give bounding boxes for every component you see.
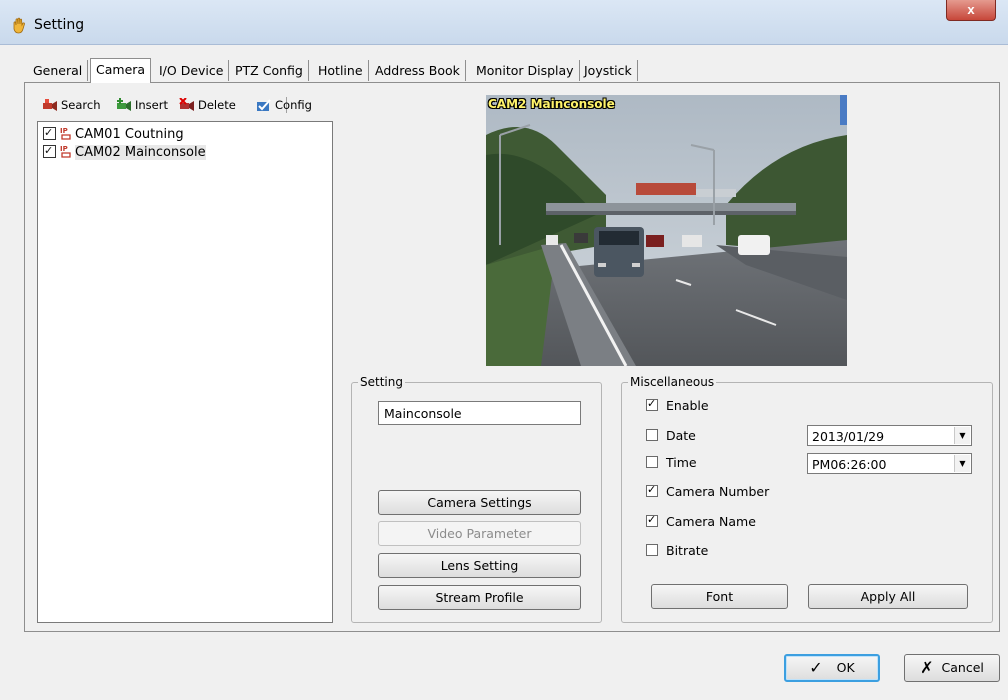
close-button[interactable]: x [946, 0, 996, 21]
setting-legend: Setting [358, 375, 405, 389]
camera-number-box[interactable] [646, 482, 658, 498]
insert-button[interactable]: Insert [116, 95, 168, 115]
camera-number-checkbox[interactable]: Camera Number [646, 482, 770, 500]
ok-label: OK [836, 660, 855, 675]
date-box[interactable] [646, 429, 658, 441]
apply-all-button[interactable]: Apply All [808, 584, 968, 609]
bitrate-checkbox[interactable]: Bitrate [646, 543, 708, 559]
chevron-down-icon[interactable]: ▼ [954, 427, 970, 444]
tab-io-device[interactable]: I/O Device [154, 60, 230, 81]
cancel-label: Cancel [941, 660, 984, 675]
tab-ptz-config[interactable]: PTZ Config [230, 60, 309, 81]
chevron-down-icon[interactable]: ▼ [954, 455, 970, 472]
insert-camera-icon [117, 98, 131, 111]
time-label: Time [666, 455, 697, 470]
stream-profile-button[interactable]: Stream Profile [378, 585, 581, 610]
delete-camera-icon [179, 98, 194, 111]
insert-label: Insert [135, 98, 168, 112]
cam01-label: CAM01 Coutning [75, 127, 184, 142]
miscellaneous-legend: Miscellaneous [628, 375, 717, 389]
search-label: Search [61, 98, 101, 112]
tab-general[interactable]: General [28, 60, 89, 81]
lens-setting-button[interactable]: Lens Setting [378, 553, 581, 578]
search-camera-icon [43, 99, 57, 111]
video-parameter-button[interactable]: Video Parameter [378, 521, 581, 546]
x-icon: ✗ [920, 658, 934, 677]
config-icon [257, 99, 271, 111]
enable-label: Enable [666, 398, 709, 413]
time-select[interactable]: PM06:26:00 ▼ [807, 453, 972, 474]
delete-button[interactable]: Delete [179, 95, 236, 115]
window-title: Setting [34, 17, 85, 33]
tab-joystick[interactable]: Joystick [579, 60, 638, 81]
camera-name-field[interactable]: Mainconsole [378, 401, 581, 425]
font-button[interactable]: Font [651, 584, 788, 609]
camera-preview[interactable]: CAM2 Mainconsole [486, 95, 847, 366]
svg-text:IP: IP [60, 145, 68, 153]
camera-number-label: Camera Number [666, 484, 770, 499]
camera-name-label: Camera Name [666, 514, 756, 529]
delete-label: Delete [198, 98, 236, 112]
tree-item-cam02[interactable]: IP CAM02 Mainconsole [43, 142, 206, 162]
checkmark-icon: ✓ [809, 658, 823, 677]
date-select[interactable]: 2013/01/29 ▼ [807, 425, 972, 446]
tab-monitor-display[interactable]: Monitor Display [471, 60, 580, 81]
config-label: Config [275, 98, 312, 112]
camera-tree[interactable]: IP CAM01 Coutning IP CAM02 Mainconsole [37, 121, 333, 623]
settings-window: Setting x General Camera I/O Device PTZ … [0, 0, 1008, 700]
bitrate-box[interactable] [646, 544, 658, 556]
config-button[interactable]: Config [256, 95, 312, 115]
camera-settings-button[interactable]: Camera Settings [378, 490, 581, 515]
tree-item-cam01[interactable]: IP CAM01 Coutning [43, 124, 184, 144]
tab-hotline[interactable]: Hotline [313, 60, 369, 81]
search-button[interactable]: Search [42, 95, 101, 115]
title-bar[interactable]: Setting x [0, 0, 1008, 45]
time-box[interactable] [646, 456, 658, 468]
bitrate-label: Bitrate [666, 543, 709, 558]
time-checkbox[interactable]: Time [646, 455, 697, 471]
app-hand-icon [13, 17, 25, 34]
enable-checkbox[interactable]: Enable [646, 396, 709, 414]
cam01-checkbox[interactable] [43, 124, 56, 142]
enable-box[interactable] [646, 396, 658, 412]
time-value: PM06:26:00 [812, 457, 887, 472]
ip-camera-icon: IP [60, 145, 71, 158]
tab-camera[interactable]: Camera [90, 58, 152, 83]
preview-scene [486, 95, 847, 366]
preview-osd-label: CAM2 Mainconsole [488, 97, 615, 111]
date-value: 2013/01/29 [812, 429, 885, 444]
tab-address-book[interactable]: Address Book [370, 60, 466, 81]
date-label: Date [666, 428, 696, 443]
cam02-label: CAM02 Mainconsole [75, 145, 206, 160]
camera-name-checkbox[interactable]: Camera Name [646, 512, 756, 530]
cam02-checkbox[interactable] [43, 142, 56, 160]
date-checkbox[interactable]: Date [646, 428, 696, 444]
camera-name-box[interactable] [646, 512, 658, 528]
svg-text:IP: IP [60, 127, 68, 135]
ip-camera-icon: IP [60, 127, 71, 140]
ok-button[interactable]: ✓ OK [784, 654, 880, 682]
cancel-button[interactable]: ✗ Cancel [904, 654, 1000, 682]
